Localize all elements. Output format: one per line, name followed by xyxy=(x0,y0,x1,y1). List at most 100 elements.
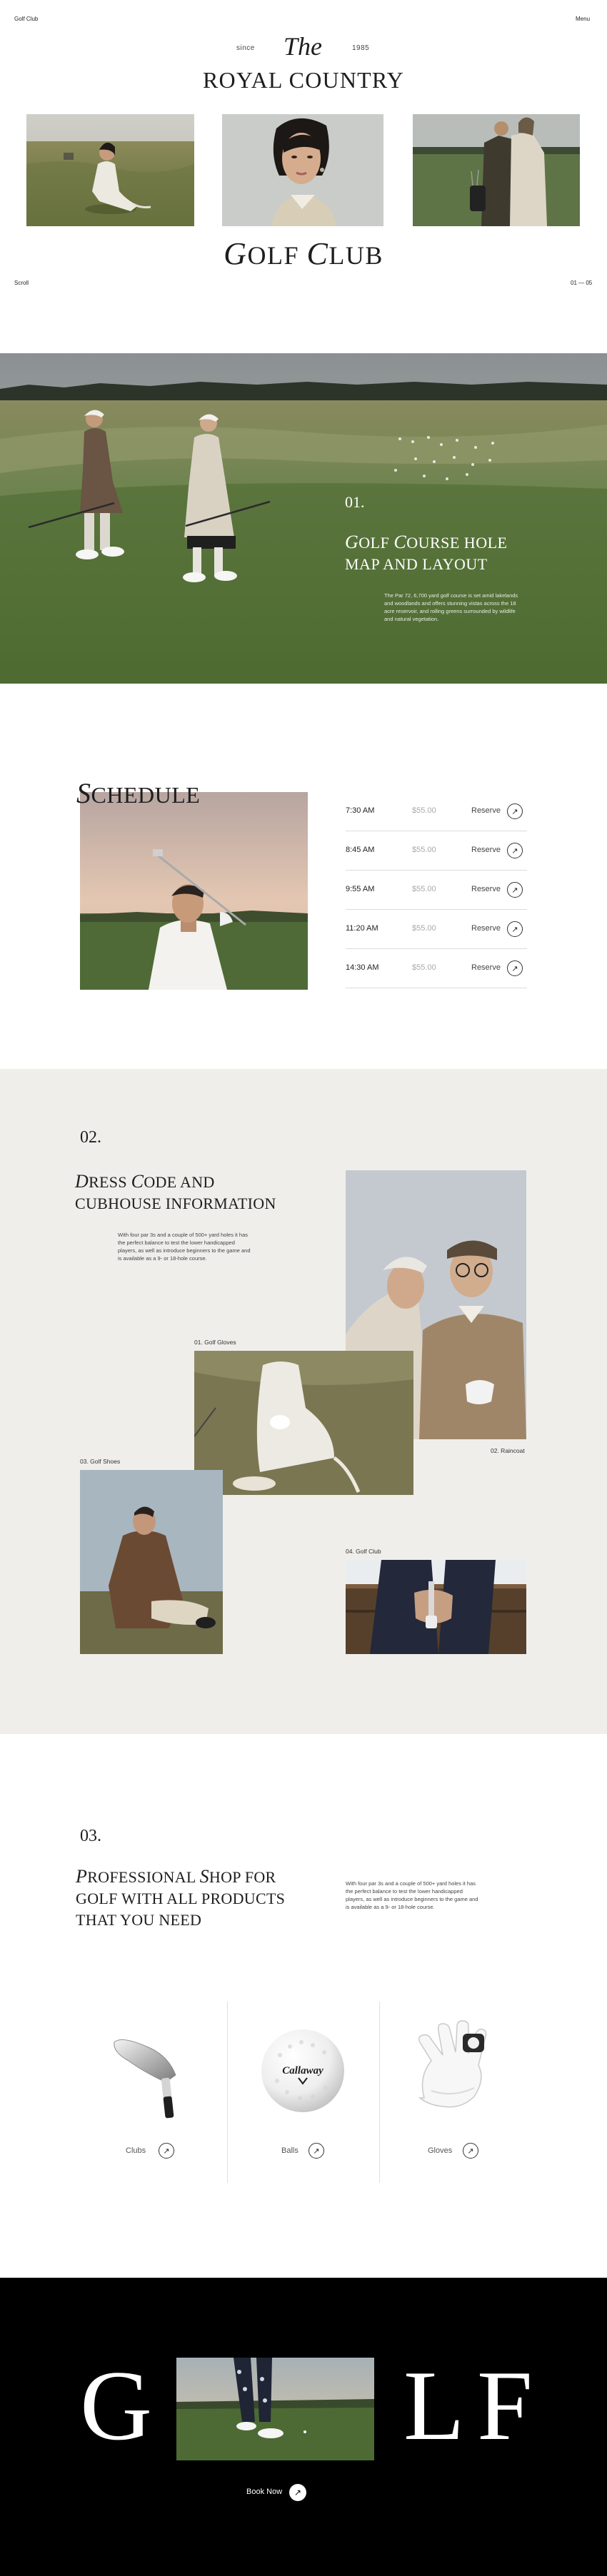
dress-rest-ress: RESS xyxy=(89,1173,131,1191)
product-label-clubs: Clubs xyxy=(126,2146,146,2155)
product-image-balls[interactable]: Callaway xyxy=(259,2027,347,2115)
caption-shoes: 03. Golf Shoes xyxy=(80,1458,121,1465)
schedule-price: $55.00 xyxy=(412,846,436,854)
schedule-photo xyxy=(80,792,308,990)
shop-cap-s: S xyxy=(199,1866,209,1887)
golf-club-icon xyxy=(114,2039,176,2119)
course-rest-olf: OLF xyxy=(358,534,394,552)
menu-button[interactable]: Menu xyxy=(576,16,590,22)
course-number: 01. xyxy=(345,493,365,511)
schedule-row: 14:30 AM $55.00 Reserve ↗ xyxy=(346,949,527,988)
dress-cap-c: C xyxy=(131,1171,144,1192)
scroll-indicator[interactable]: Scroll xyxy=(14,280,29,286)
schedule-time: 7:30 AM xyxy=(346,806,375,815)
product-arrow-icon[interactable]: ↗ xyxy=(159,2143,174,2159)
schedule-row: 9:55 AM $55.00 Reserve ↗ xyxy=(346,871,527,910)
dress-description: With four par 3s and a couple of 500+ ya… xyxy=(118,1232,251,1262)
schedule-row: 11:20 AM $55.00 Reserve ↗ xyxy=(346,910,527,949)
dress-photo-club xyxy=(346,1560,526,1654)
golf-ball-icon: Callaway xyxy=(261,2029,344,2112)
shop-divider xyxy=(227,2002,228,2183)
shop-rest-hop: HOP FOR xyxy=(209,1868,276,1886)
product-image-gloves[interactable] xyxy=(403,2019,510,2116)
footer-photo xyxy=(176,2358,374,2460)
dress-code-section: 02. DRESS CODE AND CUBHOUSE INFORMATION … xyxy=(0,1069,607,1734)
dress-rest-ode: ODE AND xyxy=(144,1173,215,1191)
footer-letter-g: G xyxy=(80,2351,153,2461)
schedule-rest: CHEDULE xyxy=(91,782,201,808)
reserve-link[interactable]: Reserve xyxy=(471,963,501,972)
reserve-link[interactable]: Reserve xyxy=(471,846,501,854)
schedule-price: $55.00 xyxy=(412,806,436,815)
shop-title: PROFESSIONAL SHOP FOR GOLF WITH ALL PROD… xyxy=(76,1866,333,1931)
shop-title-line3: THAT YOU NEED xyxy=(76,1911,202,1929)
ball-brand-text: Callaway xyxy=(282,2065,323,2076)
shop-title-line2: GOLF WITH ALL PRODUCTS xyxy=(76,1890,286,1907)
product-label-gloves: Gloves xyxy=(428,2146,453,2155)
reserve-link[interactable]: Reserve xyxy=(471,924,501,933)
hero-section: Golf Club Menu since The 1985 ROYAL COUN… xyxy=(0,0,607,353)
footer-letter-l: L xyxy=(403,2351,465,2461)
footer-letter-f: F xyxy=(477,2351,533,2461)
schedule-cap-s: S xyxy=(76,777,91,809)
title-cap-g: G xyxy=(224,236,248,271)
footer-section: G L F Book Now ↗ xyxy=(0,2278,607,2576)
year-label: 1985 xyxy=(352,44,370,52)
brand-link[interactable]: Golf Club xyxy=(14,16,38,22)
shop-section: 03. PROFESSIONAL SHOP FOR GOLF WITH ALL … xyxy=(0,1734,607,2278)
shop-divider xyxy=(379,2002,380,2183)
hero-photo-sitting-golfer xyxy=(26,114,194,226)
schedule-section: SCHEDULE 7:30 AM $55.00 Reserve ↗ 8:45 A… xyxy=(0,684,607,1069)
golf-club-title: GOLF CLUB xyxy=(0,235,607,272)
dress-cap-d: D xyxy=(75,1171,89,1192)
schedule-time: 11:20 AM xyxy=(346,924,378,933)
schedule-time: 14:30 AM xyxy=(346,963,379,972)
schedule-time: 9:55 AM xyxy=(346,885,375,893)
schedule-row: 8:45 AM $55.00 Reserve ↗ xyxy=(346,831,527,871)
shop-rest-rof: ROFESSIONAL xyxy=(87,1868,200,1886)
reserve-link[interactable]: Reserve xyxy=(471,885,501,893)
caption-raincoat: 02. Raincoat xyxy=(491,1447,525,1454)
dress-photo-gloves xyxy=(194,1351,413,1495)
reserve-arrow-icon[interactable]: ↗ xyxy=(507,882,523,898)
course-section: 01. GOLF COURSE HOLE MAP AND LAYOUT The … xyxy=(0,353,607,684)
product-image-clubs[interactable] xyxy=(100,2025,200,2125)
schedule-row: 7:30 AM $55.00 Reserve ↗ xyxy=(346,792,527,831)
course-rest-ourse: OURSE HOLE xyxy=(406,534,508,552)
hero-photo-portrait xyxy=(222,114,383,226)
reserve-arrow-icon[interactable]: ↗ xyxy=(507,921,523,937)
schedule-price: $55.00 xyxy=(412,885,436,893)
book-now-link[interactable]: Book Now xyxy=(246,2488,282,2496)
reserve-arrow-icon[interactable]: ↗ xyxy=(507,843,523,858)
schedule-title: SCHEDULE xyxy=(76,776,200,810)
product-arrow-icon[interactable]: ↗ xyxy=(308,2143,324,2159)
schedule-price: $55.00 xyxy=(412,963,436,972)
product-label-balls: Balls xyxy=(281,2146,299,2155)
golf-glove-icon xyxy=(418,2020,487,2108)
title-the: The xyxy=(284,32,322,61)
title-cap-c: C xyxy=(306,236,329,271)
slide-counter: 01 — 05 xyxy=(571,280,593,286)
shop-description: With four par 3s and a couple of 500+ ya… xyxy=(346,1880,478,1910)
reserve-arrow-icon[interactable]: ↗ xyxy=(507,960,523,976)
caption-club: 04. Golf Club xyxy=(346,1548,381,1555)
product-arrow-icon[interactable]: ↗ xyxy=(463,2143,478,2159)
reserve-arrow-icon[interactable]: ↗ xyxy=(507,803,523,819)
page-title: ROYAL COUNTRY xyxy=(203,67,404,93)
dress-title-line2: CUBHOUSE INFORMATION xyxy=(75,1195,276,1212)
course-photo xyxy=(0,353,607,684)
reserve-link[interactable]: Reserve xyxy=(471,806,501,815)
caption-gloves: 01. Golf Gloves xyxy=(194,1339,236,1346)
course-cap-c: C xyxy=(393,532,407,552)
shop-number: 03. xyxy=(80,1827,101,1845)
course-title-line2: MAP AND LAYOUT xyxy=(345,555,488,573)
course-description: The Par 72, 6,700 yard golf course is se… xyxy=(384,592,518,622)
shop-cap-p: P xyxy=(76,1866,88,1887)
since-label: since xyxy=(236,44,255,52)
book-arrow-icon[interactable]: ↗ xyxy=(289,2484,306,2501)
hero-photo-couple xyxy=(413,114,580,226)
course-cap-g: G xyxy=(345,532,359,552)
schedule-time: 8:45 AM xyxy=(346,846,375,854)
title-rest-olf: OLF xyxy=(247,241,307,270)
dress-title: DRESS CODE AND CUBHOUSE INFORMATION xyxy=(75,1171,318,1215)
